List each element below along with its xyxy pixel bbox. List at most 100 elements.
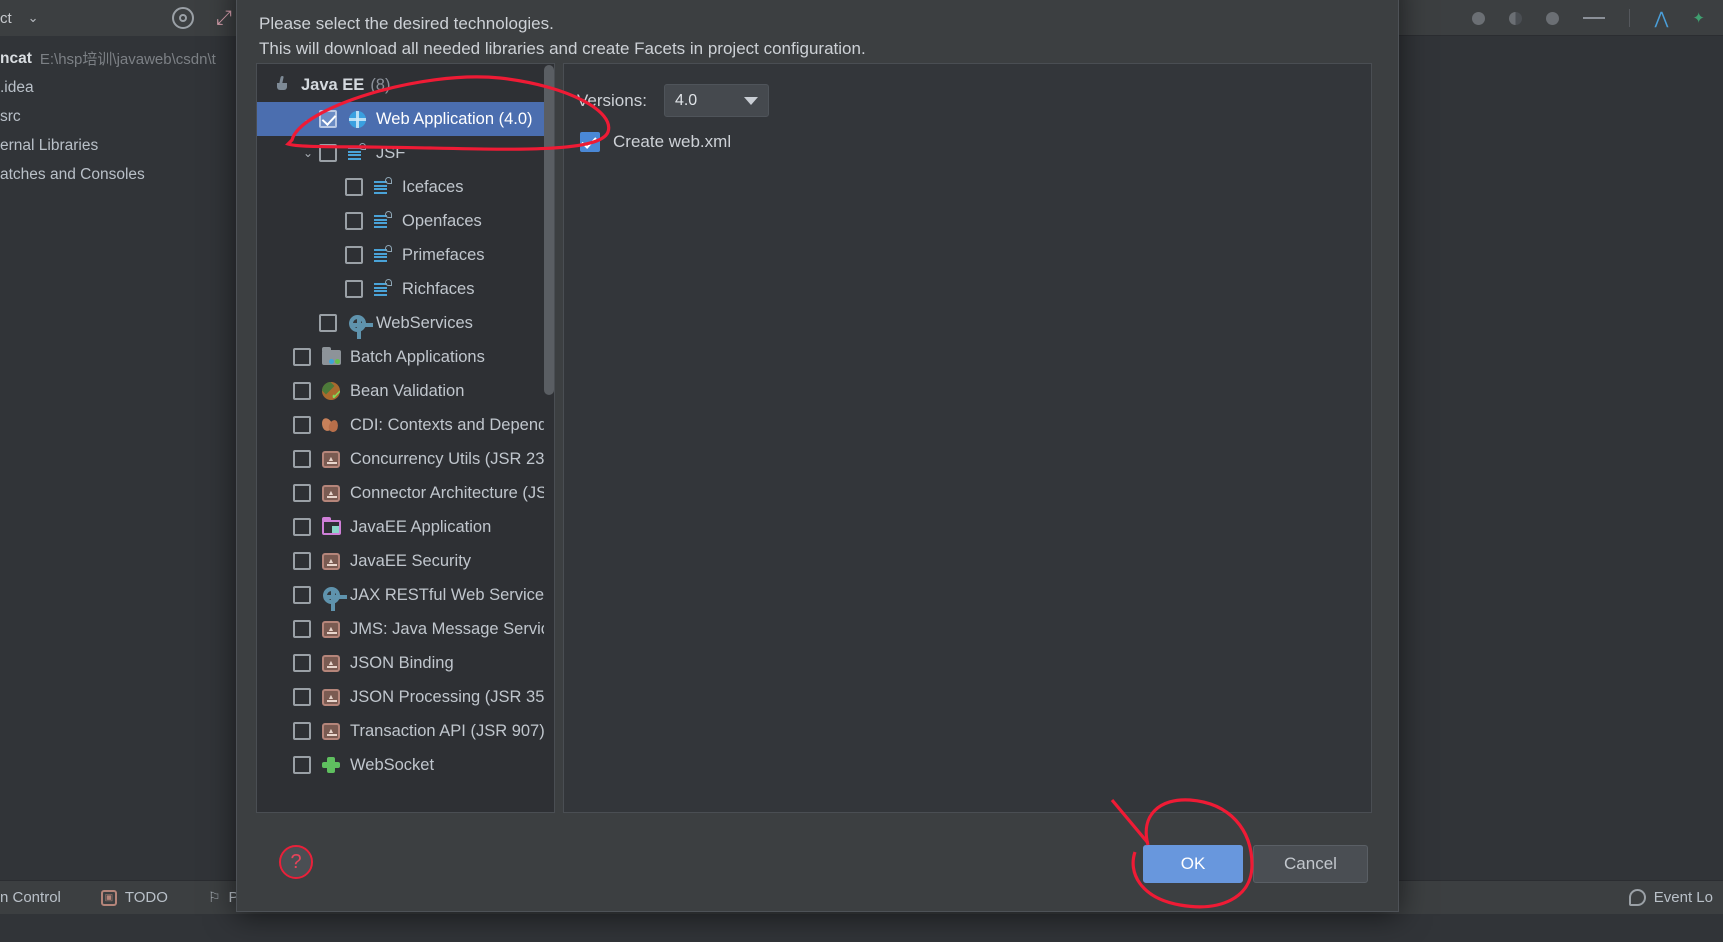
tree-item-checkbox[interactable] xyxy=(293,484,311,502)
tree-item-label: Primefaces xyxy=(402,245,485,264)
status-version-control[interactable]: n Control xyxy=(0,889,61,906)
chevron-down-icon[interactable]: ⌄ xyxy=(28,10,39,26)
tree-item-webservices[interactable]: WebServices xyxy=(257,306,554,340)
versions-label: Versions: xyxy=(577,90,647,110)
tree-item-checkbox[interactable] xyxy=(319,144,337,162)
jsf-icon xyxy=(372,279,394,299)
circle-icon-1[interactable] xyxy=(1472,11,1486,25)
tree-group-header-java-ee[interactable]: Java EE (8) xyxy=(257,68,554,102)
target-icon[interactable] xyxy=(172,7,194,29)
create-webxml-row[interactable]: Create web.xml xyxy=(580,132,731,152)
tree-item-label: Connector Architecture (JSR xyxy=(350,483,554,502)
status-event-log[interactable]: Event Lo xyxy=(1628,889,1723,906)
folder-module-icon xyxy=(320,516,342,537)
tree-item-checkbox[interactable] xyxy=(345,280,363,298)
tree-item-web-application-4-0[interactable]: ⌄ Web Application (4.0) xyxy=(257,102,554,136)
tree-scrollbar-thumb[interactable] xyxy=(544,65,554,395)
create-webxml-checkbox[interactable] xyxy=(580,132,600,152)
tree-item-label: Openfaces xyxy=(402,211,482,230)
dialog-description-line2: This will download all needed libraries … xyxy=(259,39,866,58)
project-tree-row-label: .idea xyxy=(0,78,34,96)
help-button-annotation-ring xyxy=(279,845,313,879)
project-tree-row[interactable]: ernal Libraries xyxy=(0,131,250,160)
tree-item-checkbox[interactable] xyxy=(345,212,363,230)
cancel-button[interactable]: Cancel xyxy=(1253,845,1368,883)
tree-item-jms-java-message-service[interactable]: JMS: Java Message Service xyxy=(257,612,554,646)
project-tree-row-label: ncat xyxy=(0,49,32,67)
project-tree-row-path: E:\hsp培训\javaweb\csdn\t xyxy=(39,51,216,68)
tree-item-checkbox[interactable] xyxy=(293,722,311,740)
project-tree-row[interactable]: .idea xyxy=(0,73,250,102)
chevron-down-icon[interactable]: ⌄ xyxy=(297,146,319,160)
tree-item-checkbox[interactable] xyxy=(293,416,311,434)
toolbar-divider xyxy=(1629,9,1631,27)
tree-item-checkbox[interactable] xyxy=(293,348,311,366)
tree-item-bean-validation[interactable]: ✓ Bean Validation xyxy=(257,374,554,408)
tree-item-richfaces[interactable]: Richfaces xyxy=(257,272,554,306)
chevron-down-icon xyxy=(743,96,758,105)
tree-item-checkbox[interactable] xyxy=(319,110,337,128)
tree-item-concurrency-utils-jsr-236[interactable]: Concurrency Utils (JSR 236) xyxy=(257,442,554,476)
tree-item-checkbox[interactable] xyxy=(293,382,311,400)
tree-item-openfaces[interactable]: Openfaces xyxy=(257,204,554,238)
tree-item-label: JMS: Java Message Service xyxy=(350,619,554,638)
status-todo-label: TODO xyxy=(124,889,168,906)
technologies-tree[interactable]: Java EE (8) ⌄ Web Application (4.0) ⌄ JSF Ic… xyxy=(256,63,555,813)
tree-item-checkbox[interactable] xyxy=(293,450,311,468)
status-todo[interactable]: ▣ TODO xyxy=(100,889,168,906)
tree-item-checkbox[interactable] xyxy=(293,620,311,638)
tree-item-checkbox[interactable] xyxy=(293,654,311,672)
tree-item-checkbox[interactable] xyxy=(293,756,311,774)
tree-item-json-processing-jsr-353[interactable]: JSON Processing (JSR 353) xyxy=(257,680,554,714)
tree-item-checkbox[interactable] xyxy=(345,178,363,196)
check-icon[interactable]: ✦ xyxy=(1692,11,1705,26)
tree-item-batch-applications[interactable]: Batch Applications xyxy=(257,340,554,374)
status-event-log-label: Event Lo xyxy=(1653,889,1713,906)
tree-item-checkbox[interactable] xyxy=(293,552,311,570)
tree-item-websocket[interactable]: WebSocket xyxy=(257,748,554,782)
tree-item-javaee-application[interactable]: JavaEE Application xyxy=(257,510,554,544)
tree-item-icefaces[interactable]: Icefaces xyxy=(257,170,554,204)
project-tree-row-label: src xyxy=(0,107,21,125)
jar-icon xyxy=(320,483,342,503)
ide-bottom-strip xyxy=(0,914,1723,942)
project-panel-icons: ⤢ xyxy=(172,7,240,29)
jar-icon xyxy=(320,721,342,741)
tree-item-javaee-security[interactable]: JavaEE Security xyxy=(257,544,554,578)
tree-item-label: Batch Applications xyxy=(350,347,485,366)
chevron-up-icon[interactable]: ⋀ xyxy=(1654,10,1668,27)
create-webxml-label: Create web.xml xyxy=(613,132,732,151)
tree-item-jax-restful-web-services[interactable]: JAX RESTful Web Services xyxy=(257,578,554,612)
versions-select[interactable]: 4.0 xyxy=(663,84,769,117)
technologies-tree-list: Java EE (8) ⌄ Web Application (4.0) ⌄ JSF Ic… xyxy=(257,64,554,782)
tree-item-checkbox[interactable] xyxy=(293,586,311,604)
tree-item-cdi-contexts-and-depende[interactable]: CDI: Contexts and Depende xyxy=(257,408,554,442)
tree-item-connector-architecture-jsr[interactable]: Connector Architecture (JSR xyxy=(257,476,554,510)
minimize-icon[interactable] xyxy=(1583,17,1606,19)
tree-item-checkbox[interactable] xyxy=(293,688,311,706)
jar-icon xyxy=(320,551,342,571)
circle-icon-3[interactable] xyxy=(1546,11,1560,25)
tree-item-jsf[interactable]: ⌄ JSF xyxy=(257,136,554,170)
tree-item-label: Bean Validation xyxy=(350,381,465,400)
chevron-down-icon[interactable]: ⌄ xyxy=(297,112,319,126)
expand-icon[interactable]: ⤢ xyxy=(216,8,232,28)
project-tree-row[interactable]: atches and Consoles xyxy=(0,160,250,189)
dialog-description-line1: Please select the desired technologies. xyxy=(259,14,554,33)
tree-item-checkbox[interactable] xyxy=(345,246,363,264)
tree-item-json-binding[interactable]: JSON Binding xyxy=(257,646,554,680)
tree-item-checkbox[interactable] xyxy=(319,314,337,332)
ok-button[interactable]: OK xyxy=(1143,845,1243,883)
folder-icon xyxy=(320,346,342,367)
tree-item-label: Icefaces xyxy=(402,177,464,196)
tree-item-checkbox[interactable] xyxy=(293,518,311,536)
project-tree-row[interactable]: ncat E:\hsp培训\javaweb\csdn\t xyxy=(0,44,250,73)
tree-item-transaction-api-jsr-907[interactable]: Transaction API (JSR 907) xyxy=(257,714,554,748)
dialog-footer: ? OK Cancel xyxy=(237,813,1398,911)
project-panel-header: ct ⌄ ⤢ xyxy=(0,0,240,36)
status-version-control-label: n Control xyxy=(0,889,61,906)
tree-scrollbar[interactable] xyxy=(544,65,554,812)
project-tree-row[interactable]: src xyxy=(0,102,250,131)
tree-item-primefaces[interactable]: Primefaces xyxy=(257,238,554,272)
circle-icon-2[interactable] xyxy=(1509,11,1523,25)
